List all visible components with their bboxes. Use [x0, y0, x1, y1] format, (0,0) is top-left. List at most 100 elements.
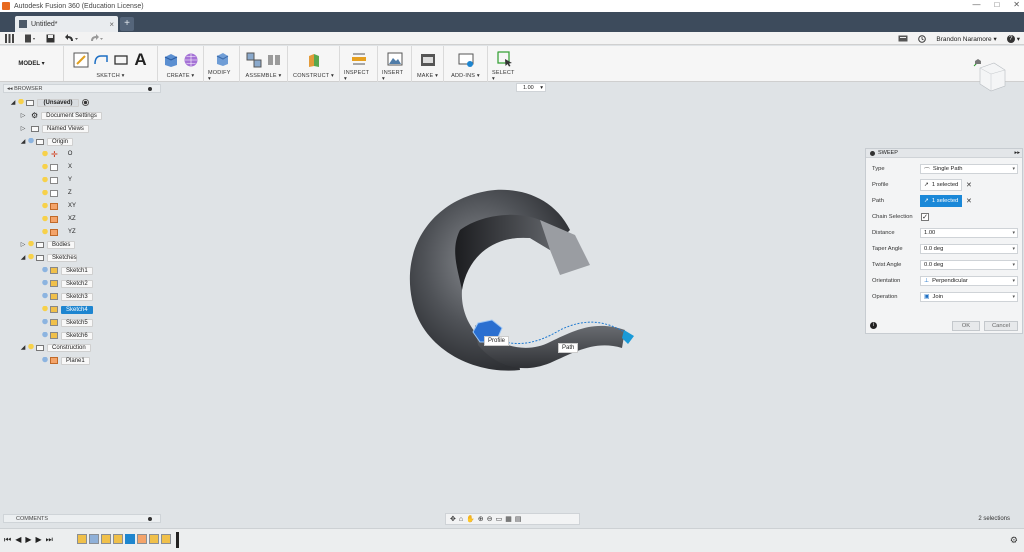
grid-settings-icon[interactable]: ▦ [505, 515, 512, 523]
tree-sketch2[interactable]: Sketch2 [40, 279, 93, 288]
close-tab-icon[interactable]: × [109, 20, 114, 29]
save-button[interactable] [41, 32, 60, 45]
tree-sketches[interactable]: ◢ Sketches [20, 253, 77, 262]
comments-options-icon[interactable] [148, 516, 152, 521]
expand-arrow-icon[interactable]: ▷ [20, 126, 26, 132]
browser-options-icon[interactable] [148, 86, 152, 91]
joint-icon[interactable] [266, 52, 282, 68]
new-component-icon[interactable] [246, 52, 262, 68]
line-tool-icon[interactable] [93, 52, 109, 68]
visibility-bulb-icon[interactable] [28, 241, 34, 248]
construct-group-label[interactable]: CONSTRUCT ▾ [293, 73, 334, 79]
clear-profile-icon[interactable]: ✕ [966, 181, 972, 189]
collapse-arrow-icon[interactable]: ◢ [20, 255, 26, 261]
visibility-bulb-icon[interactable] [42, 216, 48, 223]
file-menu-button[interactable] [19, 32, 41, 45]
visibility-bulb-icon[interactable] [42, 177, 48, 184]
dialog-expand-icon[interactable]: ▸▸ [1014, 150, 1020, 156]
redo-button[interactable] [84, 32, 108, 45]
sketch-group-label[interactable]: SKETCH ▾ [96, 73, 124, 79]
browser-panel-header[interactable]: ◂◂ BROWSER [3, 84, 161, 93]
timeline-sketch-icon[interactable] [161, 534, 171, 544]
go-to-start-icon[interactable]: ⏮ [4, 535, 11, 545]
viewports-icon[interactable]: ▤ [515, 515, 522, 523]
tree-document-settings[interactable]: ▷ ⚙ Document Settings [20, 111, 102, 120]
path-end-arrow-icon[interactable] [622, 330, 634, 344]
sweep-dialog-header[interactable]: SWEEP ▸▸ [866, 149, 1022, 158]
comments-panel-header[interactable]: COMMENTS [3, 514, 161, 523]
form-icon[interactable] [183, 52, 199, 68]
clear-path-icon[interactable]: ✕ [966, 197, 972, 205]
visibility-bulb-icon[interactable] [42, 319, 48, 326]
data-panel-button[interactable] [0, 32, 19, 45]
type-dropdown[interactable]: ⌒ Single Path ▾ [920, 164, 1018, 174]
tree-sketch5[interactable]: Sketch5 [40, 318, 93, 327]
tree-named-views[interactable]: ▷ Named Views [20, 124, 89, 133]
ok-button[interactable]: OK [952, 321, 980, 331]
timeline-sketch-selected-icon[interactable] [125, 534, 135, 544]
tree-construction[interactable]: ◢ Construction [20, 343, 91, 352]
look-at-icon[interactable]: ⌂ [459, 516, 463, 523]
visibility-bulb-icon[interactable] [42, 229, 48, 236]
expand-arrow-icon[interactable]: ▷ [20, 113, 26, 119]
step-forward-icon[interactable]: ▶ [36, 535, 42, 545]
cancel-button[interactable]: Cancel [984, 321, 1018, 331]
tree-origin-yz[interactable]: YZ [40, 228, 80, 237]
activate-radio-icon[interactable] [82, 99, 89, 106]
visibility-bulb-icon[interactable] [42, 293, 48, 300]
new-tab-button[interactable]: + [120, 17, 134, 31]
insert-image-icon[interactable] [387, 51, 403, 67]
visibility-bulb-icon[interactable] [42, 203, 48, 210]
zoom-icon[interactable]: ⊖ [487, 515, 493, 523]
profile-selector[interactable]: ➚ 1 selected [920, 179, 962, 191]
distance-input[interactable]: 1.00 ▾ [920, 228, 1018, 238]
tree-origin-xy[interactable]: XY [40, 202, 80, 211]
add-ins-group-label[interactable]: ADD-INS ▾ [451, 73, 480, 79]
visibility-bulb-icon[interactable] [42, 151, 48, 158]
view-cube[interactable] [972, 58, 1010, 96]
taper-angle-input[interactable]: 0.0 deg ▾ [920, 244, 1018, 254]
insert-group-label[interactable]: INSERT ▾ [382, 70, 407, 82]
scripts-addins-icon[interactable] [458, 52, 474, 68]
tree-origin-o[interactable]: ✛ O [40, 150, 76, 159]
visibility-bulb-icon[interactable] [28, 254, 34, 261]
select-icon[interactable] [497, 50, 513, 67]
chat-icon[interactable] [898, 35, 908, 43]
visibility-bulb-icon[interactable] [42, 190, 48, 197]
timeline-plane-icon[interactable] [137, 534, 147, 544]
timeline-settings-gear-icon[interactable]: ⚙ [1010, 535, 1018, 546]
measure-icon[interactable] [351, 51, 367, 67]
timeline-sketch-icon[interactable] [101, 534, 111, 544]
press-pull-icon[interactable] [214, 51, 230, 67]
tree-origin-y[interactable]: Y [40, 176, 76, 185]
text-tool-icon[interactable]: A [133, 51, 149, 68]
timeline-sketch-icon[interactable] [77, 534, 87, 544]
display-settings-icon[interactable]: ▭ [496, 515, 503, 523]
make-group-label[interactable]: MAKE ▾ [417, 73, 438, 79]
undo-button[interactable] [60, 32, 84, 45]
minimize-button[interactable]: — [972, 0, 980, 9]
tree-sketch1[interactable]: Sketch1 [40, 266, 93, 275]
visibility-bulb-icon[interactable] [42, 306, 48, 313]
collapse-arrow-icon[interactable]: ◢ [20, 139, 26, 145]
visibility-bulb-icon[interactable] [42, 280, 48, 287]
visibility-bulb-icon[interactable] [28, 138, 34, 145]
tree-origin-z[interactable]: Z [40, 189, 76, 198]
expand-arrow-icon[interactable]: ▷ [20, 242, 26, 248]
tree-plane1[interactable]: Plane1 [40, 356, 90, 365]
path-selector[interactable]: ➚ 1 selected [920, 195, 962, 207]
go-to-end-icon[interactable]: ⏭ [46, 535, 53, 545]
orientation-dropdown[interactable]: ⊥ Perpendicular ▾ [920, 276, 1018, 286]
timeline-sketch-icon[interactable] [149, 534, 159, 544]
3d-model-viewport[interactable] [400, 180, 650, 380]
maximize-button[interactable]: □ [994, 0, 999, 9]
visibility-bulb-icon[interactable] [42, 164, 48, 171]
tree-sketch4[interactable]: Sketch4 [40, 305, 93, 314]
pan-icon[interactable]: ✋ [466, 515, 475, 523]
workspace-switcher[interactable]: MODEL ▾ [0, 46, 64, 81]
tree-root[interactable]: ◢ (Unsaved) [10, 98, 89, 107]
timeline-sketch-icon[interactable] [113, 534, 123, 544]
tree-origin-xz[interactable]: XZ [40, 215, 80, 224]
info-icon[interactable]: i [870, 322, 877, 329]
home-view-icon[interactable] [975, 59, 981, 64]
